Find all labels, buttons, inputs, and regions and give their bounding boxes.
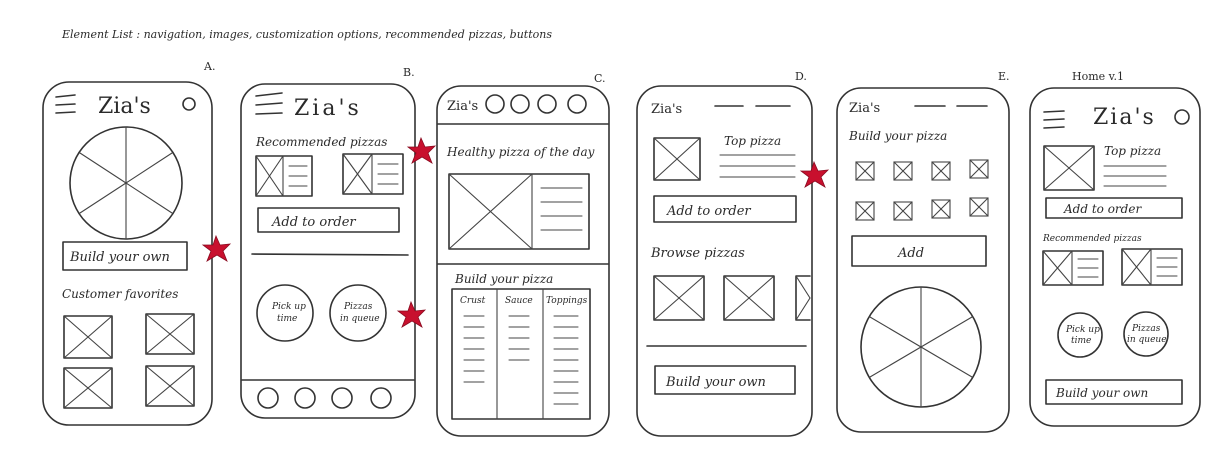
logo: Zia's xyxy=(98,94,151,119)
hamburger-icon[interactable] xyxy=(55,94,76,114)
wireframe-sheet: Element List : navigation, images, custo… xyxy=(0,0,1218,461)
favorite-image-3[interactable] xyxy=(63,367,113,409)
top-pizza-image[interactable] xyxy=(1043,145,1095,191)
hamburger-icon[interactable] xyxy=(255,92,283,115)
phone-d: Zia's Top pizza Add to order Browse pizz… xyxy=(636,85,830,437)
favorite-image-1[interactable] xyxy=(63,315,113,359)
pizzas-in-queue-label-2: in queue xyxy=(1127,335,1167,345)
logo: Zia's xyxy=(849,101,880,116)
phone-b: Zia's Recommended pizzas Add to order Pi… xyxy=(240,83,437,419)
recommended-pizzas-label: Recommended pizzas xyxy=(1042,234,1142,244)
favorite-image-2[interactable] xyxy=(145,313,195,355)
option-grid[interactable] xyxy=(855,159,989,221)
logo: Zia's xyxy=(1093,105,1156,130)
phone-c: Zia's Healthy pizza of the day Build you… xyxy=(436,85,610,437)
add-to-order-label: Add to order xyxy=(271,215,356,230)
divider xyxy=(251,253,409,256)
pickup-time-label-2: time xyxy=(277,314,297,324)
healthy-pizza-label: Healthy pizza of the day xyxy=(446,145,595,159)
logo: Zia's xyxy=(651,102,682,117)
pizzas-in-queue-label-1: Pizzas xyxy=(1131,324,1161,334)
pickup-time-label-1: Pick up xyxy=(271,302,306,312)
nav-icon-2[interactable] xyxy=(510,94,530,114)
sauce-header: Sauce xyxy=(505,296,533,306)
browse-image-1[interactable] xyxy=(653,275,705,321)
crust-header: Crust xyxy=(460,296,486,306)
nav-icon-4[interactable] xyxy=(567,94,587,114)
tab-icon-1[interactable] xyxy=(257,387,279,409)
pizza-image xyxy=(69,126,183,240)
star-mark-d xyxy=(799,160,830,188)
toppings-header: Toppings xyxy=(546,296,588,306)
letter-b: B. xyxy=(403,66,415,79)
add-to-order-label: Add to order xyxy=(666,204,751,219)
customer-favorites-label: Customer favorites xyxy=(62,287,178,301)
browse-pizzas-label: Browse pizzas xyxy=(650,246,745,261)
nav-icon-1[interactable] xyxy=(485,94,505,114)
build-your-pizza-label: Build your pizza xyxy=(848,129,947,143)
phone-e: Zia's Build your pizza Add xyxy=(836,87,1010,433)
browse-image-2[interactable] xyxy=(723,275,775,321)
build-your-own-label: Build your own xyxy=(665,375,766,390)
pizzas-in-queue-button[interactable]: Pizzas in queue xyxy=(329,284,387,342)
phone-home-frame xyxy=(1029,87,1201,427)
recommended-card-2[interactable] xyxy=(1121,248,1183,286)
sketch-canvas: Element List : navigation, images, custo… xyxy=(42,28,1201,437)
letter-d: D. xyxy=(795,70,807,83)
build-your-pizza-label: Build your pizza xyxy=(454,272,553,286)
tab-icon-2[interactable] xyxy=(294,387,316,409)
phone-a: Zia's Build your own Customer favorites xyxy=(42,81,232,426)
profile-icon[interactable] xyxy=(182,97,196,111)
recommended-card-2[interactable] xyxy=(342,153,404,195)
element-list-note: Element List : navigation, images, custo… xyxy=(61,28,552,41)
recommended-card-1[interactable] xyxy=(1042,250,1104,286)
healthy-pizza-card[interactable] xyxy=(448,173,590,250)
phone-home-v1: Zia's Top pizza Add to order Recommended… xyxy=(1029,87,1201,427)
recommended-card-1[interactable] xyxy=(255,155,313,197)
add-label: Add xyxy=(897,246,924,261)
pizzas-in-queue-label-2: in queue xyxy=(340,314,380,324)
top-pizza-image[interactable] xyxy=(653,137,701,181)
phone-c-frame xyxy=(436,85,610,437)
recommended-pizzas-label: Recommended pizzas xyxy=(255,135,387,149)
letter-e: E. xyxy=(998,70,1010,83)
pickup-time-label-2: time xyxy=(1071,336,1091,346)
build-your-own-label: Build your own xyxy=(1055,386,1148,400)
pickup-time-button[interactable]: Pick up time xyxy=(256,284,314,342)
build-your-own-label: Build your own xyxy=(69,250,170,265)
profile-icon[interactable] xyxy=(1174,109,1190,125)
top-pizza-label: Top pizza xyxy=(724,134,781,148)
tab-icon-4[interactable] xyxy=(370,387,392,409)
pizza-preview-image xyxy=(860,286,982,408)
hamburger-icon[interactable] xyxy=(1043,110,1065,129)
logo: Zia's xyxy=(447,99,478,114)
letter-a: A. xyxy=(203,60,215,73)
star-mark-b2 xyxy=(396,300,427,328)
tab-icon-3[interactable] xyxy=(331,387,353,409)
top-pizza-label: Top pizza xyxy=(1104,144,1161,158)
home-version-label: Home v.1 xyxy=(1072,70,1124,83)
customization-table[interactable]: Crust Sauce Toppings xyxy=(451,288,591,420)
pickup-time-button[interactable]: Pick up time xyxy=(1057,312,1103,358)
letter-c: C. xyxy=(594,72,606,85)
favorite-image-4[interactable] xyxy=(145,365,195,407)
pizzas-in-queue-button[interactable]: Pizzas in queue xyxy=(1123,311,1169,357)
pizzas-in-queue-label-1: Pizzas xyxy=(343,302,373,312)
pickup-time-label-1: Pick up xyxy=(1065,325,1100,335)
nav-icon-3[interactable] xyxy=(537,94,557,114)
logo: Zia's xyxy=(294,96,362,121)
add-to-order-label: Add to order xyxy=(1063,202,1142,216)
browse-image-3[interactable] xyxy=(795,275,811,321)
star-mark-b1 xyxy=(406,136,437,164)
star-mark-a xyxy=(201,234,232,262)
